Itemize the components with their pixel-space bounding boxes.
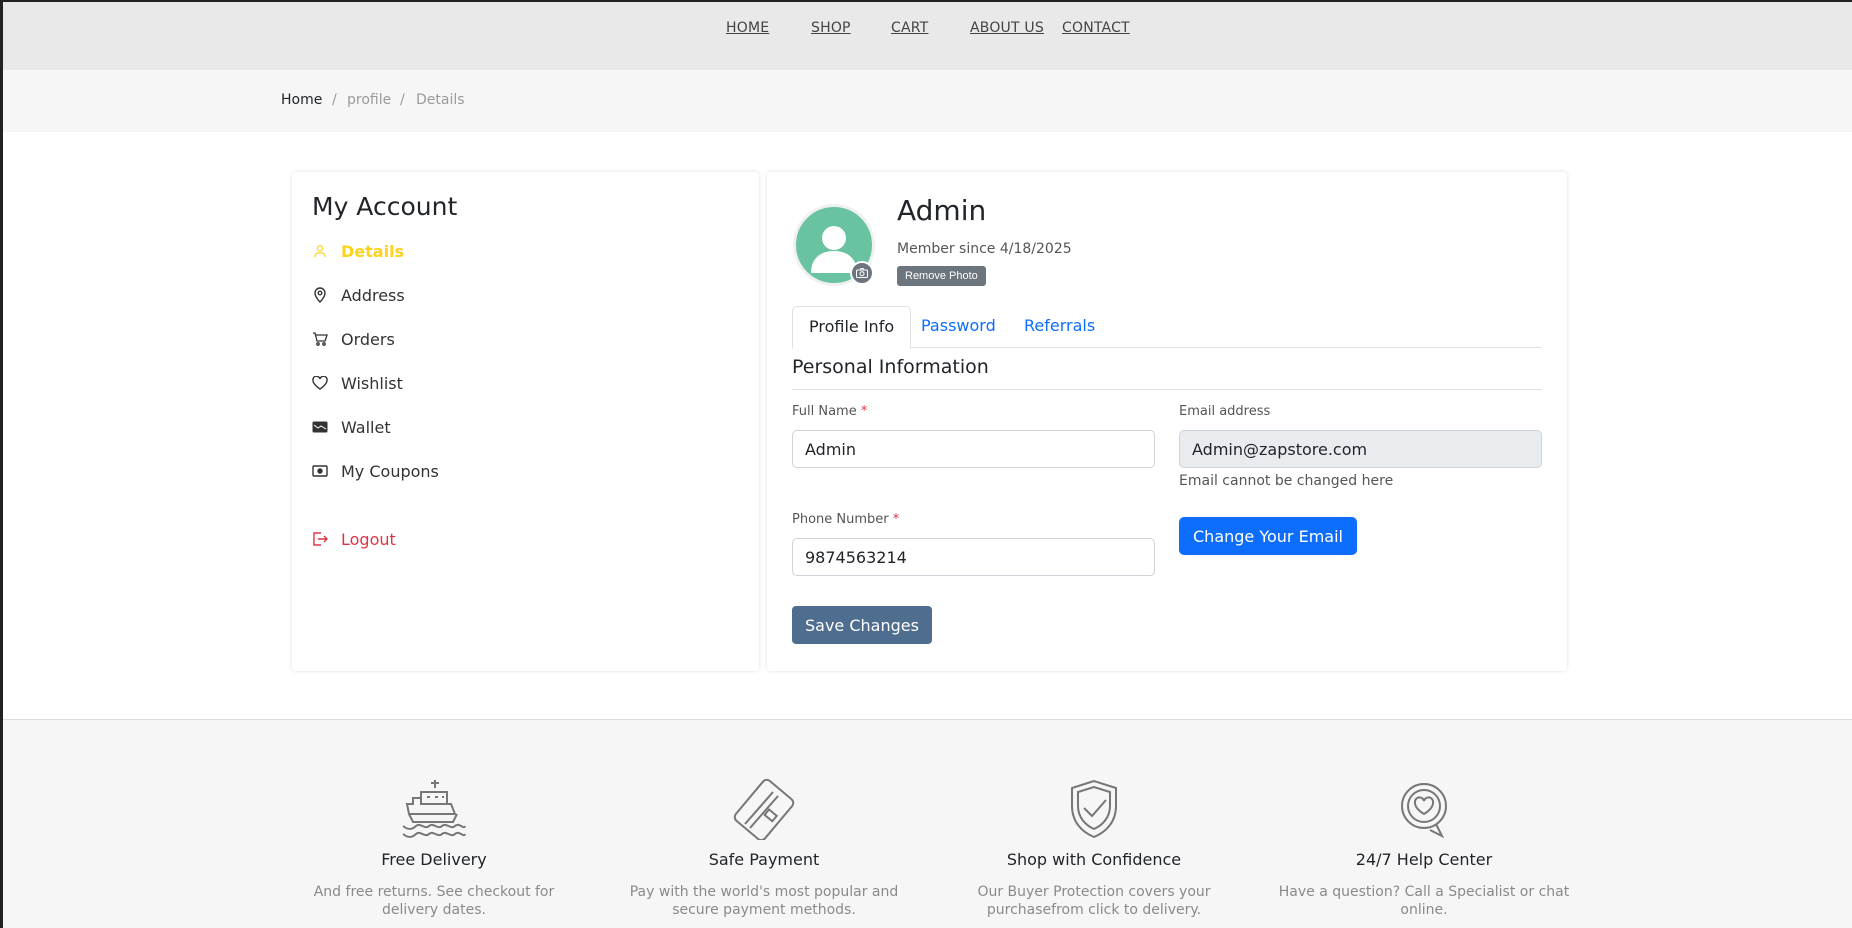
wallet-icon (312, 419, 328, 435)
logout-icon (312, 531, 328, 547)
nav-shop-link[interactable]: SHOP (811, 20, 851, 36)
top-navbar: HOME SHOP CART ABOUT US CONTACT (3, 2, 1852, 70)
sidebar-item-coupons[interactable]: My Coupons (312, 458, 439, 484)
sidebar-item-label: Orders (341, 329, 395, 349)
heart-icon (312, 375, 328, 391)
account-sidebar: My Account Details Address Orders Wishli… (292, 172, 759, 671)
ship-icon (284, 778, 584, 838)
full-name-label: Full Name * (792, 404, 867, 419)
tab-password[interactable]: Password (905, 306, 1012, 349)
profile-tabs: Profile Info Password Referrals (792, 306, 1542, 349)
sidebar-item-logout[interactable]: Logout (312, 526, 396, 552)
breadcrumb-home[interactable]: Home (281, 92, 322, 108)
email-label: Email address (1179, 404, 1271, 419)
save-changes-button[interactable]: Save Changes (792, 606, 932, 644)
email-field[interactable] (1179, 430, 1542, 468)
change-email-button[interactable]: Change Your Email (1179, 517, 1357, 555)
email-hint: Email cannot be changed here (1179, 473, 1394, 489)
chat-heart-icon (1274, 778, 1574, 839)
features-footer: Free Delivery And free returns. See chec… (3, 720, 1852, 928)
phone-label-text: Phone Number (792, 512, 889, 527)
required-mark: * (860, 404, 868, 419)
sidebar-item-details[interactable]: Details (312, 238, 404, 264)
divider (792, 389, 1542, 390)
section-title: Personal Information (792, 356, 989, 378)
shield-check-icon (944, 778, 1244, 839)
feature-text: Pay with the world's most popular and se… (629, 884, 899, 918)
sidebar-item-label: Wishlist (341, 373, 403, 393)
sidebar-item-label: Address (341, 285, 405, 305)
credit-card-icon (614, 778, 914, 840)
feature-help-center: 24/7 Help Center Have a question? Call a… (1274, 778, 1574, 919)
feature-shop-confidence: Shop with Confidence Our Buyer Protectio… (944, 778, 1244, 919)
remove-photo-button[interactable]: Remove Photo (897, 266, 986, 286)
sidebar-title: My Account (312, 192, 458, 221)
user-icon (312, 243, 328, 259)
sidebar-item-wallet[interactable]: Wallet (312, 414, 391, 440)
tab-referrals[interactable]: Referrals (1008, 306, 1111, 349)
feature-text: And free returns. See checkout for deliv… (313, 884, 555, 918)
nav-contact-link[interactable]: CONTACT (1062, 20, 1130, 36)
feature-free-delivery: Free Delivery And free returns. See chec… (284, 778, 584, 919)
full-name-label-text: Full Name (792, 404, 857, 419)
nav-about-link[interactable]: ABOUT US (970, 20, 1044, 36)
sidebar-item-wishlist[interactable]: Wishlist (312, 370, 403, 396)
profile-name: Admin (897, 194, 987, 227)
breadcrumb-separator: / (332, 92, 337, 108)
coupon-icon (312, 463, 328, 479)
required-mark: * (892, 512, 900, 527)
nav-home-link[interactable]: HOME (726, 20, 769, 36)
phone-number-input[interactable] (792, 538, 1155, 576)
feature-text: Our Buyer Protection covers your purchas… (977, 884, 1211, 918)
feature-title: 24/7 Help Center (1355, 850, 1493, 869)
nav-cart-link[interactable]: CART (891, 20, 928, 36)
tab-profile-info[interactable]: Profile Info (792, 306, 912, 349)
sidebar-item-label: My Coupons (341, 461, 439, 481)
breadcrumb-separator: / (400, 92, 405, 108)
member-since: Member since 4/18/2025 (897, 241, 1072, 257)
breadcrumb-profile[interactable]: profile (347, 92, 391, 108)
feature-text: Have a question? Call a Specialist or ch… (1278, 884, 1570, 918)
full-name-input[interactable] (792, 430, 1155, 468)
sidebar-item-address[interactable]: Address (312, 282, 405, 308)
sidebar-item-label: Wallet (341, 417, 391, 437)
sidebar-item-label: Logout (341, 529, 396, 549)
feature-safe-payment: Safe Payment Pay with the world's most p… (614, 778, 914, 919)
profile-card: Admin Member since 4/18/2025 Remove Phot… (767, 172, 1567, 671)
breadcrumb-current: Details (416, 92, 465, 108)
feature-title: Shop with Confidence (1006, 850, 1182, 869)
phone-label: Phone Number * (792, 512, 899, 527)
sidebar-item-orders[interactable]: Orders (312, 326, 395, 352)
location-pin-icon (312, 287, 328, 303)
cart-icon (312, 331, 328, 347)
camera-icon[interactable] (850, 261, 874, 285)
breadcrumb: Home / profile / Details (3, 70, 1852, 132)
sidebar-item-label: Details (341, 241, 405, 261)
feature-title: Free Delivery (381, 850, 487, 869)
feature-title: Safe Payment (708, 850, 820, 869)
